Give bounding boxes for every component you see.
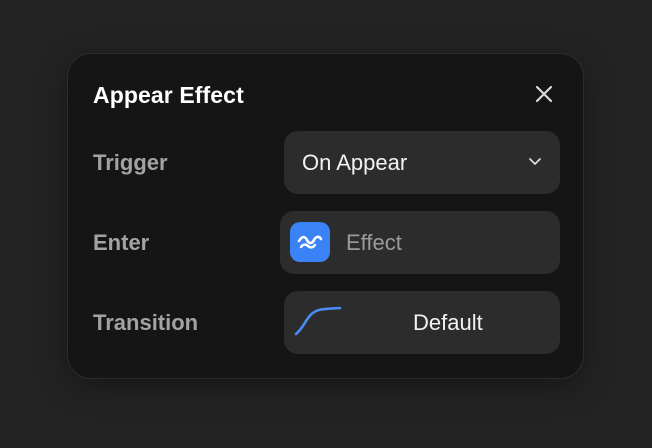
chevron-down-icon bbox=[529, 158, 541, 165]
enter-effect-value: Effect bbox=[346, 230, 402, 255]
trigger-label: Trigger bbox=[93, 150, 168, 175]
appear-effect-panel: Appear Effect Trigger On Appear Enter Ef… bbox=[67, 53, 584, 379]
trigger-value: On Appear bbox=[302, 150, 408, 175]
transition-value: Default bbox=[413, 310, 483, 335]
enter-label: Enter bbox=[93, 230, 150, 255]
enter-effect-picker[interactable]: Effect bbox=[280, 211, 560, 274]
close-button[interactable] bbox=[533, 83, 555, 105]
easing-curve-icon bbox=[294, 306, 342, 336]
wave-icon bbox=[290, 222, 330, 262]
trigger-select[interactable]: On Appear bbox=[284, 131, 560, 194]
close-icon bbox=[535, 85, 553, 103]
panel-title: Appear Effect bbox=[93, 82, 244, 108]
transition-picker[interactable]: Default bbox=[284, 291, 560, 354]
transition-label: Transition bbox=[93, 310, 199, 335]
